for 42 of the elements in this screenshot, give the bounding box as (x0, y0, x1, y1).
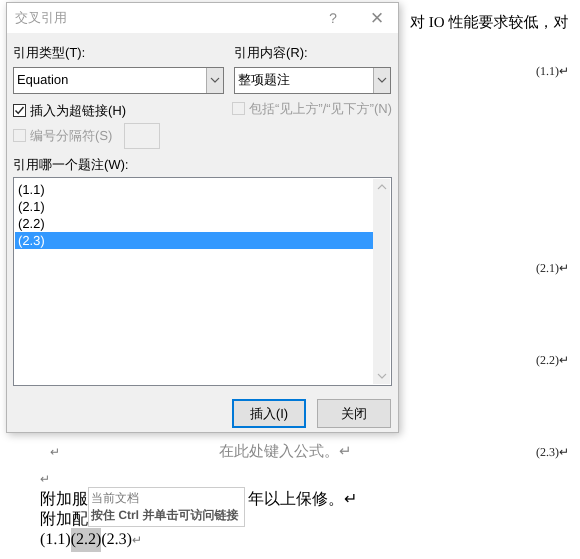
cross-reference[interactable]: (2.2) (70, 528, 102, 552)
chevron-up-icon (376, 184, 386, 190)
document-text: 对 IO 性能要求较低，对 (410, 14, 568, 33)
checkbox[interactable] (13, 104, 26, 117)
checkbox-label: 包括“见上方”/“见下方”(N) (249, 100, 392, 118)
dialog-button[interactable]: 插入(I) (232, 399, 306, 428)
list-item[interactable]: (1.1) (15, 181, 373, 198)
paragraph-mark: ↵ (50, 444, 60, 461)
equation-number: (1.1)↵ (536, 63, 569, 80)
document-text: 年以上保修。↵ (248, 490, 357, 510)
equation-number: (2.2)↵ (536, 352, 569, 369)
checkbox-label: 编号分隔符(S) (30, 126, 112, 145)
close-button[interactable]: × (360, 7, 394, 29)
caption-list[interactable]: (1.1) (2.1) (2.2) (2.3) (13, 177, 392, 386)
scrollbar[interactable] (373, 179, 390, 384)
equation-number: (2.1)↵ (536, 260, 569, 277)
cross-reference[interactable]: (1.1) (40, 528, 71, 552)
tooltip-hint: 按住 Ctrl 并单击可访问链接 (91, 507, 240, 524)
dialog-button[interactable]: 关闭 (317, 399, 391, 428)
equation-number: (2.3)↵ (536, 444, 569, 461)
window-title: 交叉引用 (15, 9, 68, 28)
chevron-down-icon (377, 77, 387, 83)
help-button[interactable]: ? (318, 8, 348, 28)
list-item[interactable]: (2.2) (15, 215, 373, 232)
field-label: 引用哪一个题注(W): (13, 156, 130, 174)
document-text: 附加配 (40, 510, 88, 530)
chevron-down-icon (376, 373, 386, 379)
field-label: 引用类型(T): (13, 44, 86, 62)
document-text: 附加服 (40, 490, 88, 510)
paragraph-mark: ↵ (132, 532, 142, 549)
reference-content-dropdown[interactable]: 整项题注 (234, 66, 391, 94)
separator-input[interactable] (124, 122, 160, 148)
list-item[interactable]: (2.1) (15, 198, 373, 215)
chevron-down-icon (210, 77, 220, 83)
tooltip-title: 当前文档 (91, 490, 140, 507)
cross-reference[interactable]: (2.3) (101, 528, 132, 552)
checkmark-icon (14, 104, 25, 116)
reference-type-dropdown[interactable]: Equation (13, 66, 224, 94)
field-label: 引用内容(R): (234, 44, 309, 62)
checkbox-label: 插入为超链接(H) (30, 102, 126, 120)
equation-prompt: 在此处键入公式。↵ (219, 442, 352, 462)
paragraph-mark: ↵ (40, 471, 50, 488)
